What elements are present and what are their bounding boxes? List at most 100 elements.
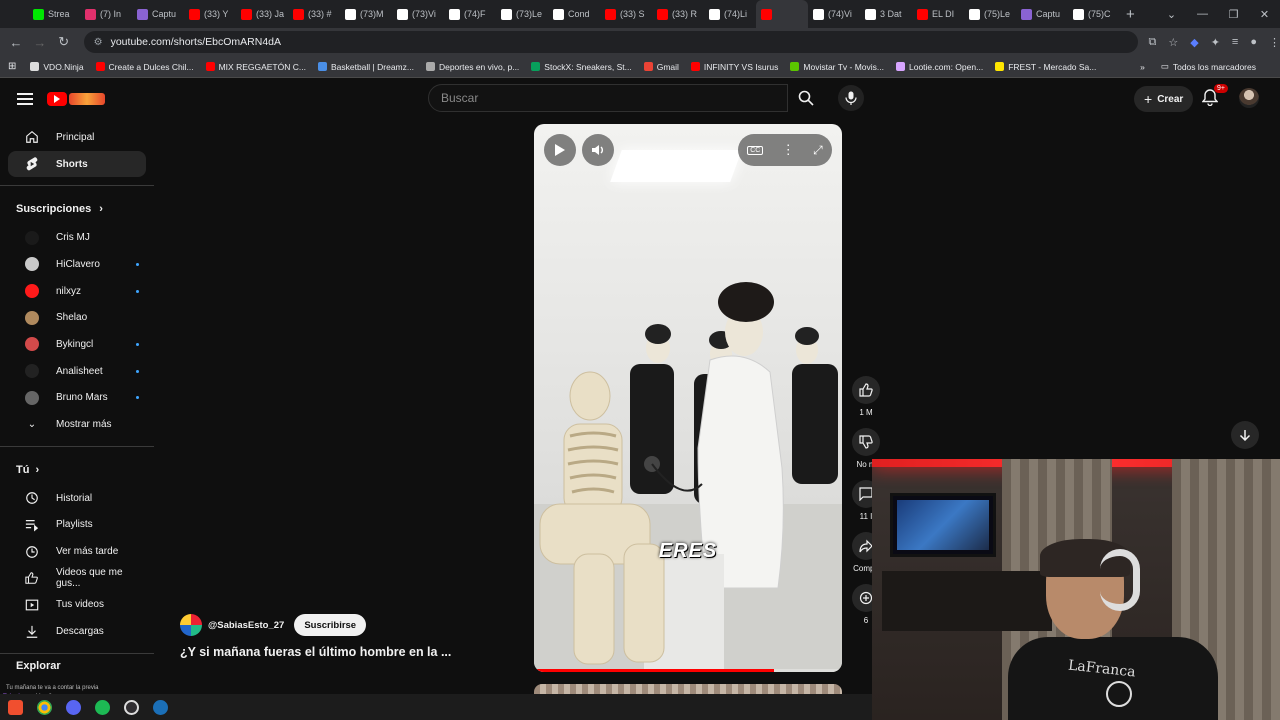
browser-tab[interactable]: (74)Vi	[808, 0, 860, 28]
short-title[interactable]: ¿Y si mañana fueras el último hombre en …	[180, 645, 451, 659]
search-button[interactable]	[788, 84, 824, 112]
subscription-item[interactable]: HiClavero	[8, 251, 146, 278]
browser-tab[interactable]: (7) In	[80, 0, 132, 28]
bookmark-item[interactable]: Basketball | Dreamz...	[317, 62, 414, 72]
bookmark-item[interactable]: MIX REGGAETÓN C...	[205, 62, 306, 72]
chevron-down-icon[interactable]: ⌄	[1156, 0, 1187, 28]
browser-tab[interactable]: Cond	[548, 0, 600, 28]
notifications-button[interactable]: 9+	[1202, 84, 1228, 106]
subscriptions-heading[interactable]: Suscripciones ›	[0, 194, 154, 224]
sidebar-item[interactable]: Playlists	[8, 512, 146, 539]
next-short-button[interactable]	[1231, 421, 1259, 449]
browser-tab[interactable]: (73)M	[340, 0, 392, 28]
browser-tab[interactable]: Captu	[1016, 0, 1068, 28]
bookmark-item[interactable]: Gmail	[643, 62, 679, 72]
browser-tab[interactable]: (33) S	[600, 0, 652, 28]
profile-icon[interactable]: ●	[1250, 36, 1257, 49]
volume-button[interactable]	[582, 134, 614, 166]
sidebar-item[interactable]: Historial	[8, 485, 146, 512]
bookmark-item[interactable]: Deportes en vivo, p...	[425, 62, 519, 72]
bookmark-item[interactable]: INFINITY VS Isurus	[690, 62, 778, 72]
next-short-preview[interactable]	[534, 684, 842, 694]
account-avatar[interactable]	[1239, 88, 1259, 108]
video-progress-bar[interactable]	[534, 669, 842, 672]
tab-favicon-icon	[501, 8, 512, 20]
show-more-button[interactable]: ⌄ Mostrar más	[8, 411, 146, 438]
sidebar-item[interactable]: Principal	[8, 124, 146, 151]
more-bookmarks-icon[interactable]: »	[1140, 62, 1145, 72]
steam-icon[interactable]	[153, 699, 168, 715]
browser-tab[interactable]: (73)Le	[496, 0, 548, 28]
browser-tab[interactable]: (74)F	[444, 0, 496, 28]
menu-icon[interactable]: ⋮	[1269, 36, 1280, 49]
forward-icon[interactable]: →	[28, 35, 52, 50]
search-input[interactable]: Buscar	[428, 84, 788, 112]
play-button[interactable]	[544, 134, 576, 166]
you-heading[interactable]: Tú ›	[0, 455, 154, 485]
extension-icon[interactable]: ◆	[1190, 36, 1198, 49]
channel-avatar[interactable]	[180, 614, 202, 636]
all-bookmarks[interactable]: ▭ Todos los marcadores	[1161, 61, 1256, 72]
voice-search-button[interactable]	[838, 85, 864, 111]
browser-tab[interactable]: (33) R	[652, 0, 704, 28]
media-icon[interactable]: ≡	[1232, 36, 1238, 49]
captions-icon[interactable]: CC	[747, 145, 764, 155]
bookmark-item[interactable]: Lootie.com: Open...	[896, 62, 983, 72]
subscription-item[interactable]: Analisheet	[8, 358, 146, 385]
browser-tab[interactable]: (33) Ja	[236, 0, 288, 28]
browser-tab[interactable]: (33) Y	[184, 0, 236, 28]
subscription-item[interactable]: Cris MJ	[8, 224, 146, 251]
spotify-icon[interactable]	[95, 699, 110, 715]
puzzle-icon[interactable]: ✦	[1211, 36, 1220, 49]
subscription-item[interactable]: Shelao	[8, 304, 146, 331]
dislike-button[interactable]	[852, 428, 880, 456]
menu-burger-icon[interactable]	[17, 90, 33, 108]
apps-icon[interactable]: ⊞	[8, 61, 16, 72]
files-icon[interactable]	[8, 699, 23, 715]
site-info-icon[interactable]: ⚙	[94, 37, 103, 48]
like-button[interactable]	[852, 376, 880, 404]
fullscreen-icon[interactable]: ⤢	[813, 143, 823, 158]
back-icon[interactable]: ←	[4, 35, 28, 50]
bookmark-item[interactable]: FREST - Mercado Sa...	[995, 62, 1096, 72]
reload-icon[interactable]: ↻	[52, 34, 76, 50]
subscription-item[interactable]: Bykingcl	[8, 331, 146, 358]
discord-icon[interactable]	[66, 699, 81, 715]
obs-icon[interactable]	[124, 699, 139, 715]
browser-tab[interactable]: (33) #	[288, 0, 340, 28]
sidebar-item[interactable]: Videos que me gus...	[8, 565, 146, 592]
browser-tab[interactable]: 3 Dat	[860, 0, 912, 28]
bookmark-item[interactable]: VDO.Ninja	[30, 62, 84, 72]
browser-tab[interactable]: (75)Le	[964, 0, 1016, 28]
close-icon[interactable]: ✕	[1249, 0, 1280, 28]
browser-tab[interactable]: Strea	[28, 0, 80, 28]
subscribe-button[interactable]: Suscribirse	[294, 614, 367, 636]
sidebar-item[interactable]: Ver más tarde	[8, 538, 146, 565]
browser-tab[interactable]: Captu	[132, 0, 184, 28]
sidebar-item[interactable]: Shorts	[8, 150, 146, 178]
create-button[interactable]: + Crear	[1134, 86, 1194, 112]
browser-tab[interactable]: (75)C	[1068, 0, 1120, 28]
url-field[interactable]: ⚙ youtube.com/shorts/EbcOmARN4dA	[83, 31, 1139, 53]
cast-icon[interactable]: ⧉	[1148, 36, 1156, 49]
sidebar-item[interactable]: Descargas	[8, 618, 146, 645]
restore-icon[interactable]: ❐	[1218, 0, 1249, 28]
browser-tab[interactable]	[756, 0, 808, 28]
short-video-player[interactable]: CC ⋮ ⤢ ERES	[534, 124, 842, 672]
subscription-item[interactable]: nilxyz	[8, 278, 146, 305]
bookmark-item[interactable]: Movistar Tv - Movis...	[790, 62, 884, 72]
chrome-icon[interactable]	[37, 699, 52, 715]
bookmark-item[interactable]: Create a Dulces Chil...	[95, 62, 194, 72]
browser-tab[interactable]: (74)Li	[704, 0, 756, 28]
bookmark-item[interactable]: StockX: Sneakers, St...	[531, 62, 632, 72]
browser-tab[interactable]: (73)Vi	[392, 0, 444, 28]
sidebar-item[interactable]: Tus videos	[8, 592, 146, 619]
youtube-logo[interactable]	[47, 92, 105, 106]
more-options-icon[interactable]: ⋮	[782, 142, 795, 158]
channel-name[interactable]: @SabiasEsto_27	[208, 620, 284, 631]
minimize-icon[interactable]: —	[1187, 0, 1218, 28]
subscription-item[interactable]: Bruno Mars	[8, 385, 146, 412]
browser-tab[interactable]: EL DI	[912, 0, 964, 28]
bookmark-star-icon[interactable]: ☆	[1168, 36, 1178, 49]
new-tab-icon[interactable]: +	[1126, 6, 1135, 23]
